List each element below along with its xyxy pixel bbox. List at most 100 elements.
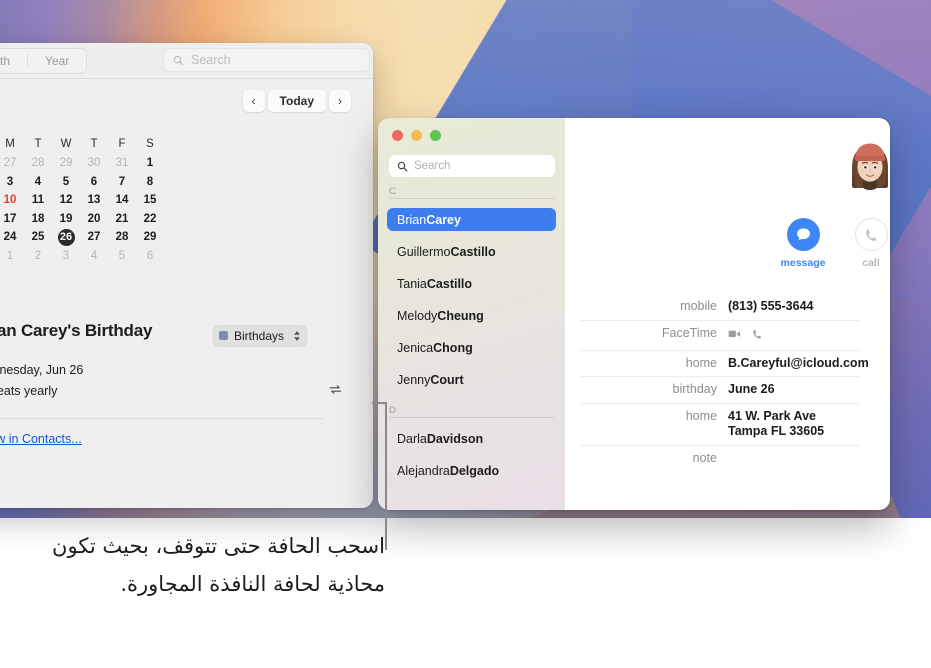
field-row: birthday June 26 — [580, 376, 860, 403]
day-cell[interactable]: 22 — [136, 210, 164, 229]
window-controls[interactable] — [392, 130, 441, 141]
contact-last-name: Castillo — [450, 244, 496, 259]
list-item[interactable]: Alejandra Delgado — [387, 459, 556, 482]
phone-icon[interactable] — [751, 327, 763, 345]
day-cell[interactable]: 25 — [24, 228, 52, 247]
day-cell[interactable]: 6 — [80, 173, 108, 192]
list-item[interactable]: Tania Castillo — [387, 272, 556, 295]
event-date: Wednesday, Jun 26 — [0, 363, 84, 377]
day-cell[interactable]: 27 — [0, 154, 24, 173]
field-row: home 41 W. Park Ave Tampa FL 33605 — [580, 402, 860, 445]
tab-month[interactable]: th — [0, 49, 27, 73]
field-row: note — [580, 444, 860, 471]
field-row: mobile (813) 555-3644 — [580, 294, 860, 320]
day-cell[interactable]: 7 — [108, 173, 136, 192]
weekday-label: F — [118, 138, 126, 150]
day-cell[interactable]: 1 — [0, 247, 24, 266]
action-call[interactable]: call — [853, 218, 889, 269]
calendar-nav-group[interactable]: ‹ Today › — [242, 90, 351, 112]
day-cell[interactable]: 3 — [0, 173, 24, 192]
chevron-updown-icon — [293, 330, 301, 342]
list-item[interactable]: Jenica Chong — [387, 336, 556, 359]
contact-actions[interactable]: messagecallvideomail — [781, 218, 890, 269]
previous-button[interactable]: ‹ — [242, 90, 265, 112]
day-cell[interactable]: 12 — [52, 191, 80, 210]
contact-first-name: Alejandra — [397, 463, 450, 478]
contact-last-name: Carey — [426, 212, 461, 227]
day-cell[interactable]: 11 — [24, 191, 52, 210]
calendar-search-field[interactable]: Search — [163, 48, 370, 72]
callout-caption: اسحب الحافة حتى تتوقف، بحيث تكون محاذية … — [52, 534, 385, 596]
day-cell[interactable]: 4 — [24, 173, 52, 192]
list-item[interactable]: Jenny Court — [387, 368, 556, 391]
day-cell[interactable]: 30 — [80, 154, 108, 173]
section-header-c: C — [389, 186, 554, 199]
day-cell[interactable]: 29 — [136, 228, 164, 247]
phone-icon — [854, 218, 888, 251]
tab-year[interactable]: Year — [28, 49, 86, 73]
day-cell[interactable]: 2 — [24, 247, 52, 266]
field-value: B.Careyful@icloud.com — [728, 355, 869, 370]
day-cell[interactable]: 6 — [136, 247, 164, 266]
field-label: home — [685, 408, 717, 423]
field-label: note — [692, 450, 717, 465]
calendar-window[interactable]: th Year Search ‹ Today › SMTWTFS26272829… — [0, 43, 373, 508]
weekday-label: T — [34, 138, 42, 150]
contact-first-name: Tania — [397, 276, 427, 291]
day-cell[interactable]: 18 — [24, 210, 52, 229]
field-value: June 26 — [728, 382, 775, 396]
week-row: 2345678 — [0, 173, 180, 192]
list-item[interactable]: Brian Carey — [387, 208, 556, 231]
contacts-list[interactable]: C Brian Carey Guillermo Castillo Tania Cast… — [378, 186, 565, 482]
month-grid[interactable]: SMTWTFS262728293031123456789101112131415… — [0, 134, 180, 265]
today-button[interactable]: Today — [267, 90, 326, 112]
next-button[interactable]: › — [329, 90, 351, 112]
field-value-line: Tampa FL 33605 — [728, 424, 825, 438]
list-item[interactable]: Melody Cheung — [387, 304, 556, 327]
day-cell[interactable]: 5 — [52, 173, 80, 192]
zoom-button[interactable] — [430, 130, 441, 141]
video-camera-icon[interactable] — [728, 327, 742, 345]
week-row: 30123456 — [0, 247, 180, 266]
calendar-select[interactable]: Birthdays — [213, 325, 308, 346]
contact-last-name: Castillo — [426, 276, 473, 291]
day-cell[interactable]: 28 — [108, 228, 136, 247]
day-cell[interactable]: 15 — [136, 191, 164, 210]
day-cell[interactable]: 17 — [0, 210, 24, 229]
day-cell[interactable]: 10 — [0, 191, 24, 210]
day-cell[interactable]: 27 — [80, 228, 108, 247]
contacts-window[interactable]: Search C Brian Carey Guillermo Castillo Tan… — [378, 118, 890, 510]
day-cell[interactable]: 19 — [52, 210, 80, 229]
show-in-contacts-link[interactable]: Show in Contacts... — [0, 432, 82, 446]
facetime-icons[interactable] — [728, 326, 763, 345]
day-cell[interactable]: 5 — [108, 247, 136, 266]
view-segmented-control[interactable]: th Year — [0, 48, 88, 74]
day-cell[interactable]: 3 — [52, 247, 80, 266]
day-cell[interactable]: 29 — [52, 154, 80, 173]
day-cell[interactable]: 4 — [80, 247, 108, 266]
day-cell[interactable]: 13 — [80, 191, 108, 210]
weekday-label: M — [5, 138, 15, 150]
contacts-search-field[interactable]: Search — [389, 155, 555, 177]
list-item[interactable]: Darla Davidson — [387, 427, 556, 450]
close-button[interactable] — [392, 130, 403, 141]
day-cell[interactable]: 24 — [0, 228, 24, 247]
field-row: home B.Careyful@icloud.com — [580, 349, 869, 377]
minimize-button[interactable] — [411, 130, 422, 141]
day-cell[interactable]: 26 — [52, 228, 80, 247]
contact-last-name: Chong — [433, 340, 473, 355]
day-cell[interactable]: 8 — [136, 173, 164, 192]
calendar-select-label: Birthdays — [234, 328, 285, 343]
day-cell[interactable]: 31 — [108, 154, 136, 173]
day-cell[interactable]: 28 — [24, 154, 52, 173]
day-cell[interactable]: 14 — [108, 191, 136, 210]
contact-last-name: Court — [430, 372, 464, 387]
weekday-label: T — [90, 138, 98, 150]
day-cell[interactable]: 20 — [80, 210, 108, 229]
action-message[interactable]: message — [781, 218, 825, 269]
contact-fields: mobile (813) 555-3644 FaceTime home B.Careyf… — [580, 294, 869, 471]
list-item[interactable]: Guillermo Castillo — [387, 240, 556, 263]
day-cell[interactable]: 21 — [108, 210, 136, 229]
day-cell[interactable]: 1 — [136, 154, 164, 173]
week-row: 9101112131415 — [0, 191, 180, 210]
